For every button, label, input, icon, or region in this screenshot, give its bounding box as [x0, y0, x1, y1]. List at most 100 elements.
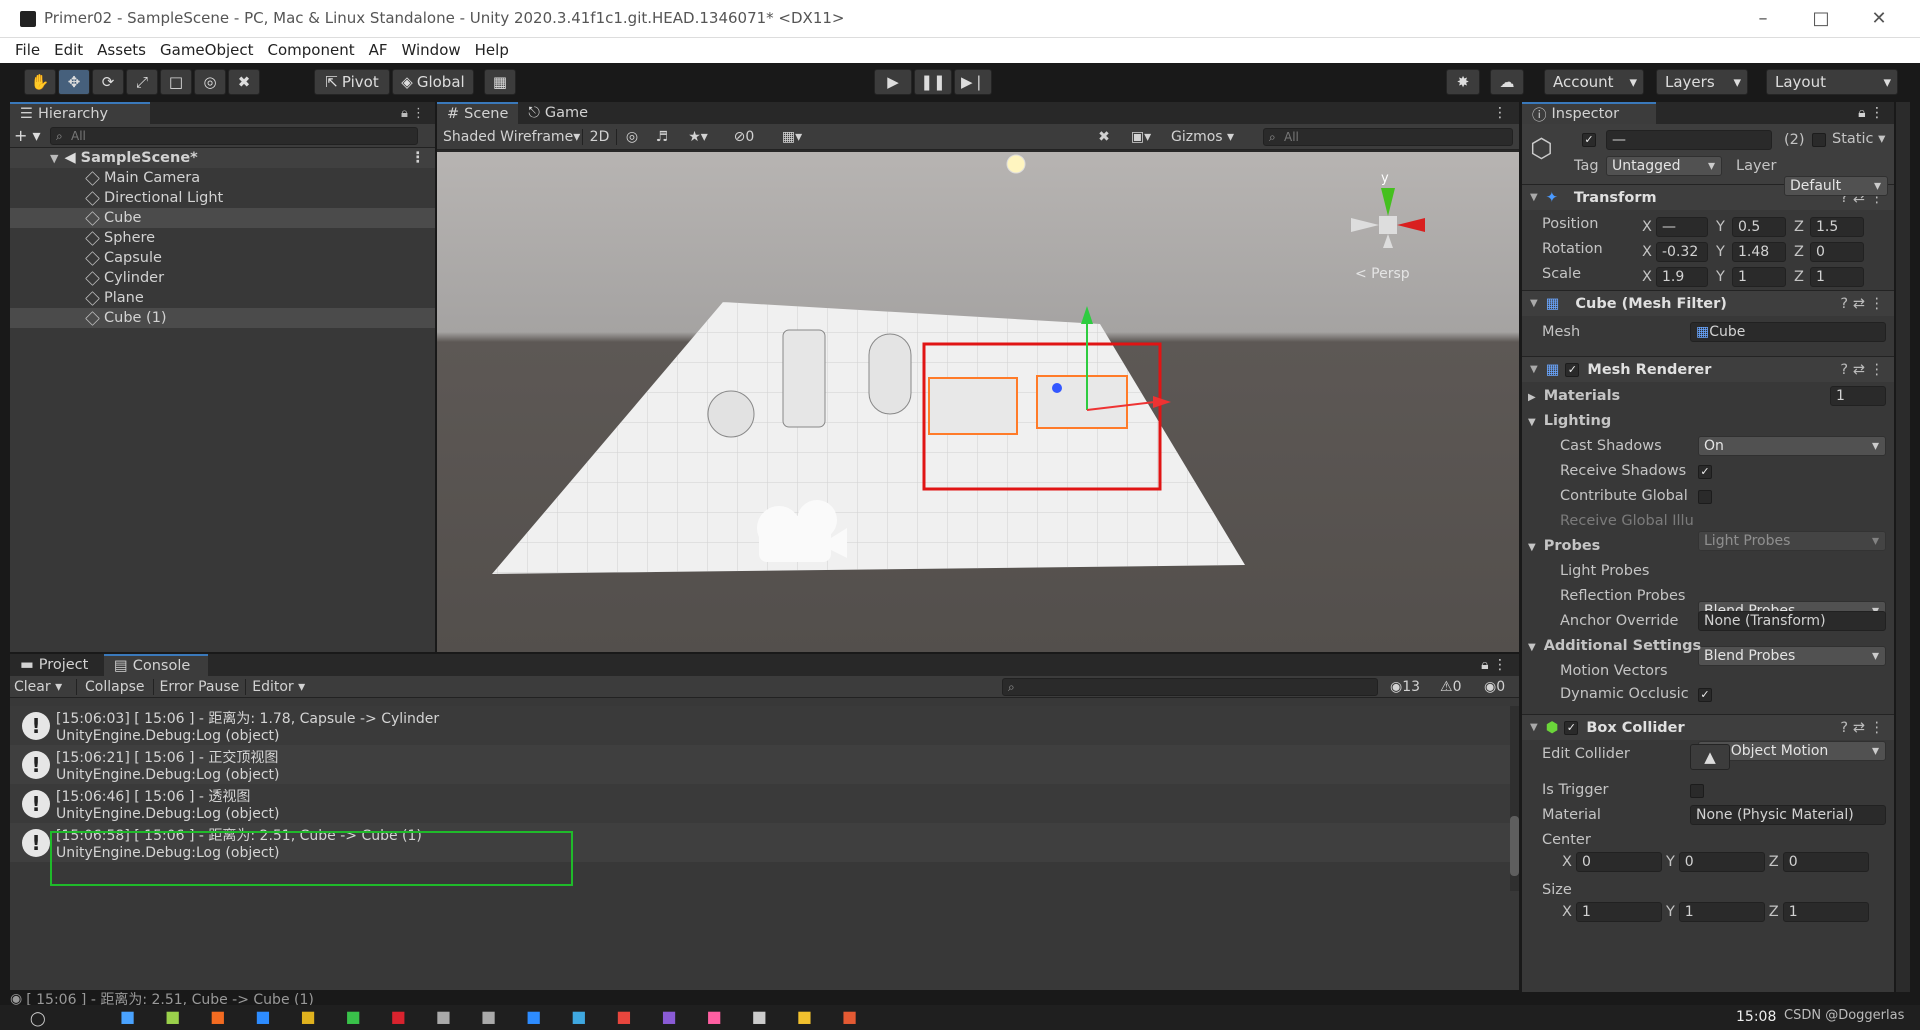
taskbar-app-icon[interactable]: ■: [526, 1007, 541, 1026]
search-icon[interactable]: ◯: [30, 1011, 46, 1027]
is-trigger-checkbox[interactable]: [1690, 784, 1704, 798]
tools-icon[interactable]: ✖: [1089, 129, 1119, 145]
collab-icon[interactable]: ✸: [1446, 69, 1480, 95]
mesh-renderer-header[interactable]: ▼ ▦ ✓ Mesh Renderer ? ⇄ ⋮: [1522, 356, 1894, 382]
anchor-override-field[interactable]: None (Transform): [1698, 611, 1886, 631]
pivot-toggle[interactable]: ⇱ Pivot: [314, 69, 390, 95]
center-y-field[interactable]: 0: [1678, 852, 1765, 872]
taskbar-app-icon[interactable]: ■: [346, 1007, 361, 1026]
clock[interactable]: 15:08: [1736, 1009, 1776, 1025]
hand-tool-icon[interactable]: ✋: [24, 69, 56, 95]
shading-mode-dropdown[interactable]: Shaded Wireframe▾: [437, 128, 583, 145]
hierarchy-item-cube-1[interactable]: Cube (1): [10, 308, 435, 328]
lighting-toggle-icon[interactable]: ◎: [617, 129, 647, 145]
scene-menu-icon[interactable]: ⋮: [1493, 105, 1507, 121]
receive-shadows-checkbox[interactable]: ✓: [1698, 465, 1712, 479]
taskbar-app-icon[interactable]: ■: [707, 1007, 722, 1026]
layout-dropdown[interactable]: Layout ▾: [1766, 69, 1898, 95]
box-collider-header[interactable]: ▼ ⬢ ✓ Box Collider ? ⇄ ⋮: [1522, 714, 1894, 740]
lighting-foldout[interactable]: ▼ Lighting: [1528, 413, 1611, 429]
scene-orientation-gizmo[interactable]: [1351, 188, 1425, 248]
name-field[interactable]: —: [1606, 130, 1772, 150]
console-scrollbar[interactable]: [1510, 706, 1519, 891]
static-dropdown[interactable]: Static ▾: [1832, 131, 1885, 147]
menu-help[interactable]: Help: [468, 38, 516, 63]
physic-material-field[interactable]: None (Physic Material): [1690, 805, 1886, 825]
scale-x-field[interactable]: 1.9: [1656, 266, 1708, 287]
clear-dropdown[interactable]: Clear ▾: [10, 679, 76, 695]
hierarchy-search[interactable]: All: [50, 126, 418, 145]
account-dropdown[interactable]: Account ▾: [1544, 69, 1644, 95]
taskbar-app-icon[interactable]: ■: [165, 1007, 180, 1026]
rotation-x-field[interactable]: -0.32: [1656, 241, 1708, 262]
scale-z-field[interactable]: 1: [1810, 266, 1864, 287]
taskbar-app-icon[interactable]: ■: [255, 1007, 270, 1026]
hierarchy-item-sphere[interactable]: Sphere: [10, 228, 435, 248]
position-x-field[interactable]: —: [1656, 216, 1708, 237]
materials-count-field[interactable]: 1: [1830, 386, 1886, 406]
menu-file[interactable]: File: [8, 38, 47, 63]
effects-toggle-icon[interactable]: ★▾: [677, 129, 719, 145]
tab-game[interactable]: ⎋ Game: [518, 102, 599, 124]
edit-collider-button[interactable]: ▲: [1690, 744, 1730, 770]
reflection-probes-dropdown[interactable]: Blend Probes: [1698, 646, 1886, 666]
size-y-field[interactable]: 1: [1678, 902, 1765, 922]
dynamic-occlusion-checkbox[interactable]: ✓: [1698, 688, 1712, 702]
tab-inspector[interactable]: ⓘ Inspector: [1522, 102, 1656, 124]
log-count-toggle[interactable]: ◉13: [1390, 679, 1420, 695]
cloud-icon[interactable]: ☁: [1490, 69, 1524, 95]
additional-settings-foldout[interactable]: ▼ Additional Settings: [1528, 638, 1701, 654]
menu-edit[interactable]: Edit: [47, 38, 90, 63]
center-x-field[interactable]: 0: [1575, 852, 1662, 872]
scene-menu-icon[interactable]: ⋮: [411, 150, 426, 166]
menu-af[interactable]: AF: [362, 38, 395, 63]
grid-snap-icon[interactable]: ▦: [484, 69, 516, 95]
directional-light-icon[interactable]: [1006, 154, 1026, 174]
audio-toggle-icon[interactable]: ♬: [647, 129, 677, 145]
close-button[interactable]: ✕: [1856, 6, 1902, 32]
editor-dropdown[interactable]: Editor ▾: [245, 678, 311, 695]
hierarchy-item-cylinder[interactable]: Cylinder: [10, 268, 435, 288]
log-entry[interactable]: ! [15:06:46] [ 15:06 ] - 透视图 UnityEngine.D…: [10, 784, 1519, 823]
perspective-label[interactable]: < Persp: [1355, 266, 1410, 282]
scale-tool-icon[interactable]: ⤢: [126, 69, 158, 95]
contribute-global-checkbox[interactable]: [1698, 490, 1712, 504]
inspector-menu-icon[interactable]: 🔒︎ ⋮: [1858, 105, 1884, 121]
component-menu-icon[interactable]: ? ⇄ ⋮: [1840, 296, 1884, 312]
taskbar-app-icon[interactable]: ■: [120, 1007, 135, 1026]
hierarchy-item-plane[interactable]: Plane: [10, 288, 435, 308]
scale-y-field[interactable]: 1: [1732, 266, 1786, 287]
hierarchy-item-main-camera[interactable]: Main Camera: [10, 168, 435, 188]
layers-dropdown[interactable]: Layers ▾: [1656, 69, 1748, 95]
scene-search[interactable]: All: [1263, 128, 1513, 146]
minimize-button[interactable]: –: [1740, 6, 1786, 32]
move-gizmo-z[interactable]: [1052, 383, 1062, 393]
static-checkbox[interactable]: [1812, 133, 1826, 147]
taskbar-app-icon[interactable]: ■: [571, 1007, 586, 1026]
tab-project[interactable]: ▬ Project: [10, 654, 104, 676]
materials-foldout[interactable]: ▶ Materials: [1528, 388, 1620, 404]
taskbar-app-icon[interactable]: ■: [391, 1007, 406, 1026]
collapse-toggle[interactable]: Collapse: [76, 678, 153, 695]
expand-arrow-icon[interactable]: ▼: [50, 152, 58, 165]
move-gizmo-x-arrow[interactable]: [1153, 396, 1171, 408]
console-search[interactable]: [1002, 678, 1378, 696]
tab-console[interactable]: ▤ Console: [104, 654, 208, 676]
taskbar-app-icon[interactable]: ■: [481, 1007, 496, 1026]
log-entry[interactable]: ! [15:06:21] [ 15:06 ] - 正交顶视图 UnityEngine…: [10, 745, 1519, 784]
center-z-field[interactable]: 0: [1782, 852, 1869, 872]
global-toggle[interactable]: ◈ Global: [392, 69, 474, 95]
grid-toggle-icon[interactable]: ▦▾: [769, 129, 815, 145]
hierarchy-item-cube[interactable]: Cube: [10, 208, 435, 228]
menu-assets[interactable]: Assets: [90, 38, 153, 63]
warning-count-toggle[interactable]: ⚠0: [1440, 679, 1461, 695]
layer-dropdown[interactable]: Default: [1784, 176, 1888, 196]
error-pause-toggle[interactable]: Error Pause: [152, 678, 246, 695]
mesh-filter-header[interactable]: ▼ ▦ Cube (Mesh Filter) ? ⇄ ⋮: [1522, 290, 1894, 316]
rotation-z-field[interactable]: 0: [1810, 241, 1864, 262]
move-tool-icon[interactable]: ✥: [58, 69, 90, 95]
menu-component[interactable]: Component: [261, 38, 362, 63]
status-bar[interactable]: ◉[ 15:06 ] - 距离为: 2.51, Cube -> Cube (1): [10, 992, 1519, 1006]
lock-icon[interactable]: 🔒︎ ⋮: [401, 106, 425, 121]
taskbar-app-icon[interactable]: ■: [616, 1007, 631, 1026]
